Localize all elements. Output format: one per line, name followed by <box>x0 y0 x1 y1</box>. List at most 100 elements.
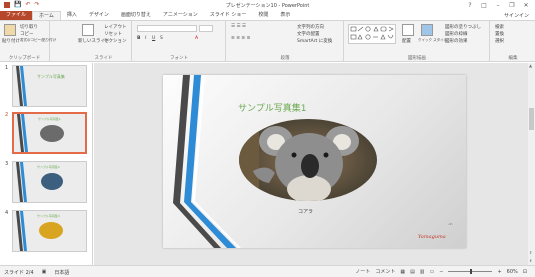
align-icons[interactable]: ≡ ≡ ≡ ≡ <box>231 36 250 41</box>
thumbnail-stripe <box>16 162 27 202</box>
reading-view-icon[interactable]: ▥ <box>420 269 425 275</box>
next-slide-icon[interactable]: ⇟ <box>529 258 532 263</box>
signature-logo: Yamaguma <box>418 234 446 240</box>
slide-thumbnail-1[interactable]: サンプル写真集 <box>12 65 87 107</box>
font-color-icon[interactable]: A <box>195 36 198 41</box>
zoom-level[interactable]: 60% <box>507 269 518 275</box>
thumbnail-number: 4 <box>5 210 9 216</box>
format-painter-button[interactable]: 書式のコピー/貼り付け <box>20 38 56 43</box>
text-direction-button[interactable]: 文字列の方向 <box>297 24 324 30</box>
arrange-button[interactable]: 配置 <box>402 38 411 44</box>
clipboard-group-label: クリップボード <box>8 56 41 61</box>
signin-link[interactable]: サインイン <box>504 12 529 19</box>
thumbnail-stripe <box>16 66 27 106</box>
zoom-slider-knob[interactable] <box>470 269 473 274</box>
koala-photo[interactable] <box>239 119 377 201</box>
zoom-in-icon[interactable]: + <box>497 269 501 275</box>
select-button[interactable]: 選択 <box>495 38 504 44</box>
thumbnail-title: サンプル写真集1 <box>38 117 61 121</box>
find-button[interactable]: 検索 <box>495 24 504 30</box>
scrollbar-thumb[interactable] <box>529 108 534 130</box>
section-button[interactable]: セクション <box>104 38 127 44</box>
ribbon-display-button[interactable]: □ <box>477 0 491 10</box>
thumbnail-koala-image <box>40 125 64 142</box>
shadow-icon[interactable]: S <box>160 36 163 41</box>
status-left: スライド 2/4 ▣ 日本語 <box>4 269 69 276</box>
slide-number-placeholder: ‹#› <box>448 222 453 226</box>
tab-view[interactable]: 表示 <box>274 11 296 20</box>
spell-check-icon[interactable]: ▣ <box>42 269 47 276</box>
arrange-icon[interactable] <box>402 24 414 36</box>
thumbnail-number: 2 <box>5 112 9 118</box>
slide-sorter-icon[interactable]: ▤ <box>410 269 415 275</box>
quick-styles-icon[interactable] <box>421 24 433 36</box>
paste-button[interactable]: 貼り付け <box>2 38 20 44</box>
photo-caption[interactable]: コアラ <box>298 208 313 215</box>
font-group-label: フォント <box>170 56 188 61</box>
quick-styles-button[interactable]: クイック スタイル <box>418 38 447 43</box>
slide-thumbnail-3[interactable]: サンプル写真集2 <box>12 161 87 203</box>
smartart-button[interactable]: SmartArt に変換 <box>297 38 332 44</box>
scroll-up-icon[interactable]: ▲ <box>529 63 532 68</box>
paragraph-group: ☰ ☰ ☰ ≡ ≡ ≡ ≡ 文字列の方向 文字の配置 SmartArt に変換 … <box>227 21 344 62</box>
slide-editing-area[interactable]: サンプル写真集1 コアラ ‹#› Yamaguma <box>94 63 528 265</box>
italic-icon[interactable]: I <box>145 36 146 41</box>
replace-button[interactable]: 置換 <box>495 31 504 37</box>
thumbnail-number: 3 <box>5 161 9 167</box>
new-slide-icon[interactable] <box>82 24 94 36</box>
restore-button[interactable]: ❐ <box>505 0 519 10</box>
copy-button[interactable]: コピー <box>20 31 34 37</box>
status-bar: スライド 2/4 ▣ 日本語 ノート コメント ▦ ▤ ▥ ▭ − + 60% … <box>0 265 535 277</box>
clipboard-group: 貼り付け 切り取り コピー 書式のコピー/貼り付け クリップボード <box>0 21 56 62</box>
language-indicator[interactable]: 日本語 <box>54 269 69 276</box>
close-button[interactable]: ✕ <box>519 0 533 10</box>
thumbnail-title: サンプル写真集 <box>37 74 65 79</box>
layout-button[interactable]: レイアウト <box>104 24 127 30</box>
font-name-box[interactable] <box>137 25 197 32</box>
slideshow-icon[interactable]: ▭ <box>430 269 435 275</box>
cut-button[interactable]: 切り取り <box>20 24 38 30</box>
underline-icon[interactable]: U <box>152 36 155 41</box>
reset-button[interactable]: リセット <box>104 31 122 37</box>
tab-transitions[interactable]: 画面切り替え <box>115 11 157 20</box>
normal-view-icon[interactable]: ▦ <box>400 269 405 275</box>
tab-insert[interactable]: 挿入 <box>61 11 83 20</box>
slide-thumbnail-2[interactable]: サンプル写真集1 <box>12 112 87 154</box>
slide-thumbnail-4[interactable]: サンプル写真集3 <box>12 210 87 252</box>
shape-effects-button[interactable]: 図形の効果 <box>445 38 468 44</box>
tab-design[interactable]: デザイン <box>83 11 115 20</box>
tab-review[interactable]: 校閲 <box>252 11 274 20</box>
bullets-icon[interactable]: ☰ ☰ ☰ <box>231 24 246 29</box>
tab-home[interactable]: ホーム <box>32 11 61 20</box>
slide-thumbnail-pane[interactable]: 1 サンプル写真集 2 サンプル写真集1 3 サンプル写真集2 4 サンプル写真… <box>0 63 93 265</box>
fit-slide-icon[interactable]: ⊡ <box>523 269 527 275</box>
shapes-icon <box>350 26 394 40</box>
font-group: B I U S A フォント <box>133 21 226 62</box>
tab-file[interactable]: ファイル <box>0 11 33 20</box>
shape-outline-button[interactable]: 図形の枠線 <box>445 31 468 37</box>
tab-slideshow[interactable]: スライド ショー <box>204 11 253 20</box>
prev-slide-icon[interactable]: ⇞ <box>529 250 532 255</box>
zoom-out-icon[interactable]: − <box>439 269 443 275</box>
paste-icon[interactable] <box>4 24 16 36</box>
bold-icon[interactable]: B <box>137 36 140 41</box>
tab-animations[interactable]: アニメーション <box>157 11 204 20</box>
minimize-button[interactable]: – <box>491 0 505 10</box>
ribbon: 貼り付け 切り取り コピー 書式のコピー/貼り付け クリップボード 新しいスライ… <box>0 20 535 62</box>
help-button[interactable]: ? <box>463 0 477 10</box>
notes-button[interactable]: ノート <box>355 268 370 275</box>
window-title: プレゼンテーション10 - PowerPoint <box>225 3 310 9</box>
align-text-button[interactable]: 文字の配置 <box>297 31 320 37</box>
paragraph-group-label: 段落 <box>280 56 290 61</box>
comments-button[interactable]: コメント <box>375 268 395 275</box>
zoom-slider[interactable] <box>448 269 493 274</box>
slide-title[interactable]: サンプル写真集1 <box>238 101 306 114</box>
vertical-scrollbar[interactable]: ▲ ⇞ ⇟ <box>528 63 535 265</box>
window-controls: ? □ – ❐ ✕ <box>463 0 533 10</box>
shape-fill-button[interactable]: 図形の塗りつぶし <box>445 24 481 30</box>
thumbnail-penguin-image <box>41 173 63 190</box>
current-slide[interactable]: サンプル写真集1 コアラ ‹#› Yamaguma <box>163 75 466 248</box>
font-size-box[interactable] <box>199 25 213 32</box>
slide-info: スライド 2/4 <box>4 270 34 276</box>
shapes-gallery[interactable] <box>348 24 396 44</box>
